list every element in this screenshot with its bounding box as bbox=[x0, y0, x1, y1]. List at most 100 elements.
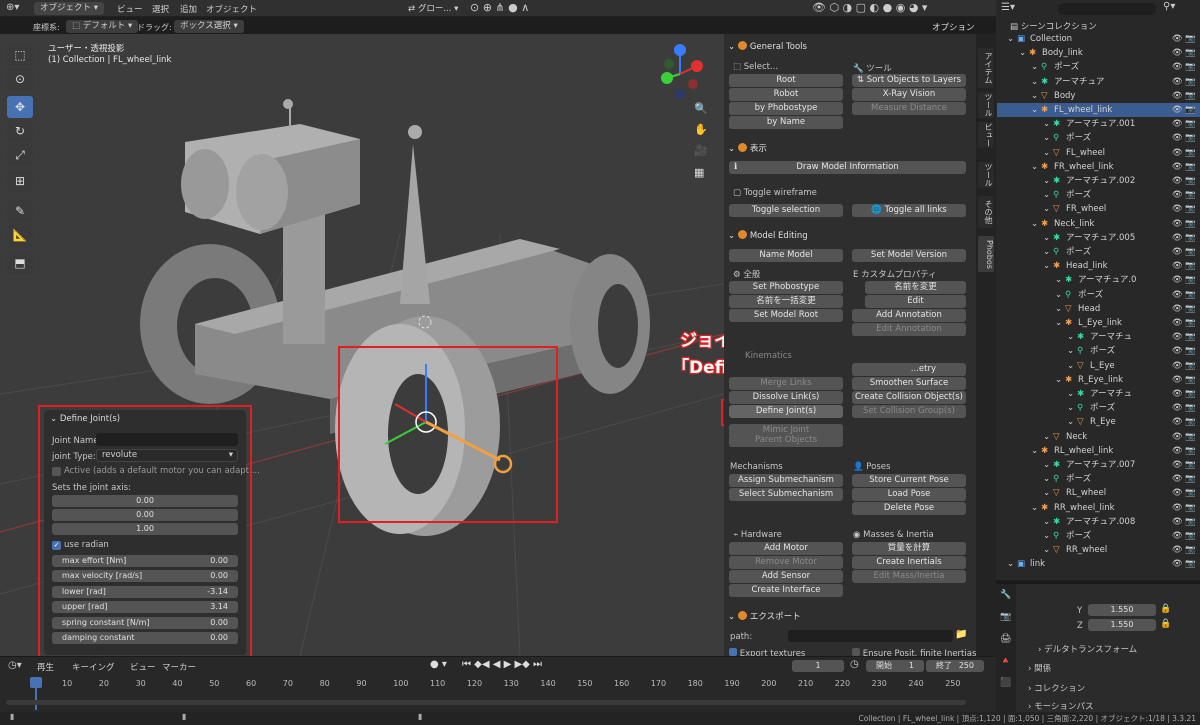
lock-icon[interactable]: 🔒 bbox=[1160, 604, 1171, 614]
visibility-icon[interactable]: 👁 📷 bbox=[1172, 117, 1196, 131]
expand-icon[interactable]: ⌄ bbox=[1043, 117, 1050, 131]
visibility-icon[interactable]: 👁 📷 bbox=[1172, 46, 1196, 60]
robot-button[interactable]: Robot bbox=[729, 88, 843, 101]
expand-icon[interactable]: ⌄ bbox=[1043, 231, 1050, 245]
parent-objects-button[interactable]: Parent Objects bbox=[729, 434, 843, 447]
edit-mass-button[interactable]: Edit Mass/Inertia bbox=[852, 570, 966, 583]
transform-tool[interactable]: ⊞ bbox=[7, 170, 33, 192]
visibility-icon[interactable]: 👁 📷 bbox=[1172, 302, 1196, 316]
expand-icon[interactable]: ⌄ bbox=[1067, 359, 1074, 373]
visibility-icon[interactable]: 👁 📷 bbox=[1172, 273, 1196, 287]
expand-icon[interactable]: ⌄ bbox=[1031, 501, 1038, 515]
outliner-row[interactable]: ⌄ ▽ FR_wheel 👁 📷 bbox=[997, 202, 1200, 216]
visibility-icon[interactable]: 👁 📷 bbox=[1172, 288, 1196, 302]
add-motor-button[interactable]: Add Motor bbox=[729, 542, 843, 555]
outliner-row[interactable]: ⌄ ✱ アーマチュア 👁 📷 bbox=[997, 75, 1200, 89]
visibility-icon[interactable]: 👁 📷 bbox=[1172, 344, 1196, 358]
outliner-row[interactable]: ⌄ ▣ link 👁 📷 bbox=[997, 557, 1200, 571]
delete-pose-button[interactable]: Delete Pose bbox=[852, 502, 966, 515]
expand-icon[interactable]: ⌄ bbox=[1067, 401, 1074, 415]
playback-controls[interactable]: ⏮ ◆◀ ◀ ▶ ▶◆ ⏭ bbox=[462, 659, 542, 670]
mode-select[interactable]: オブジェクト ▾ bbox=[34, 2, 104, 15]
vtab-tool[interactable]: ツール bbox=[978, 92, 994, 118]
transform-orientation[interactable]: ⇄ グロー... ▾ bbox=[408, 2, 458, 14]
outliner-row[interactable]: ⌄ ✱ FL_wheel_link 👁 📷 bbox=[997, 103, 1200, 117]
outliner-row[interactable]: ⌄ ▽ FL_wheel 👁 📷 bbox=[997, 146, 1200, 160]
viewport-shading-icons[interactable]: 👁 ⬡ ◑ ▢ ◐ ● ◉ ◕ ▾ bbox=[812, 1, 927, 14]
expand-icon[interactable]: ⌄ bbox=[1067, 344, 1074, 358]
cursor-tool[interactable]: ⊙ bbox=[7, 68, 33, 90]
visibility-icon[interactable]: 👁 📷 bbox=[1172, 472, 1196, 486]
outliner-row[interactable]: ⌄ ⚲ ポーズ 👁 📷 bbox=[997, 288, 1200, 302]
create-interface-button[interactable]: Create Interface bbox=[729, 584, 843, 597]
select-submech-button[interactable]: Select Submechanism bbox=[729, 488, 843, 501]
set-phobostype-button[interactable]: Set Phobostype bbox=[729, 281, 843, 294]
lower-field[interactable]: lower [rad] -3.14 bbox=[52, 586, 238, 598]
max-velocity-field[interactable]: max velocity [rad/s] 0.00 bbox=[52, 570, 238, 582]
vtab-item[interactable]: アイテム bbox=[978, 48, 994, 88]
draw-model-info-button[interactable]: ℹ Draw Model Information bbox=[729, 161, 966, 174]
upper-field[interactable]: upper [rad] 3.14 bbox=[52, 601, 238, 613]
expand-icon[interactable]: ⌄ bbox=[1031, 89, 1038, 103]
visibility-icon[interactable]: 👁 📷 bbox=[1172, 202, 1196, 216]
outliner-search[interactable] bbox=[1058, 3, 1156, 15]
visibility-icon[interactable]: 👁 📷 bbox=[1172, 458, 1196, 472]
menu-add[interactable]: 追加 bbox=[180, 3, 197, 15]
toggle-selection-button[interactable]: Toggle selection bbox=[729, 204, 843, 217]
expand-icon[interactable]: ⌄ bbox=[1043, 543, 1050, 557]
expand-icon[interactable]: ⌄ bbox=[1031, 217, 1038, 231]
visibility-icon[interactable]: 👁 📷 bbox=[1172, 160, 1196, 174]
expand-icon[interactable]: ⌄ bbox=[1007, 32, 1014, 46]
create-inertials-button[interactable]: Create Inertials bbox=[852, 556, 966, 569]
expand-icon[interactable]: ⌄ bbox=[1067, 330, 1074, 344]
visibility-icon[interactable]: 👁 📷 bbox=[1172, 430, 1196, 444]
menu-select[interactable]: 選択 bbox=[152, 3, 169, 15]
visibility-icon[interactable]: 👁 📷 bbox=[1172, 501, 1196, 515]
outliner-row[interactable]: ⌄ ✱ アーマチュ 👁 📷 bbox=[997, 330, 1200, 344]
expand-icon[interactable]: ⌄ bbox=[1043, 188, 1050, 202]
outliner-row[interactable]: ⌄ ✱ アーマチュア.002 👁 📷 bbox=[997, 174, 1200, 188]
expand-icon[interactable]: ⌄ bbox=[1055, 288, 1062, 302]
tool-tab-icon[interactable]: 🔧 bbox=[1000, 590, 1011, 600]
outliner-row[interactable]: ⌄ ✱ Neck_link 👁 📷 bbox=[997, 217, 1200, 231]
outliner-row[interactable]: ⌄ ▽ RR_wheel 👁 📷 bbox=[997, 543, 1200, 557]
pan-icon[interactable]: ✋ bbox=[694, 123, 708, 136]
outliner-row[interactable]: ⌄ ✱ アーマチュア.005 👁 📷 bbox=[997, 231, 1200, 245]
visibility-icon[interactable]: 👁 📷 bbox=[1172, 444, 1196, 458]
visibility-icon[interactable]: 👁 📷 bbox=[1172, 174, 1196, 188]
options-button[interactable]: オプション bbox=[932, 21, 975, 33]
max-effort-field[interactable]: max effort [Nm] 0.00 bbox=[52, 555, 238, 567]
define-joint-title[interactable]: ⌄ Define Joint(s) bbox=[50, 414, 120, 424]
menu-marker[interactable]: マーカー bbox=[162, 661, 196, 673]
measure-distance-button[interactable]: Measure Distance bbox=[852, 102, 966, 115]
visibility-icon[interactable]: 👁 📷 bbox=[1172, 387, 1196, 401]
expand-icon[interactable]: ⌄ bbox=[1055, 302, 1062, 316]
spring-constant-field[interactable]: spring constant [N/m] 0.00 bbox=[52, 617, 238, 629]
set-collision-groups-button[interactable]: Set Collision Group(s) bbox=[852, 405, 966, 418]
geometry-button[interactable]: ...etry bbox=[852, 363, 966, 376]
expand-icon[interactable]: ⌄ bbox=[1043, 202, 1050, 216]
menu-view-timeline[interactable]: ビュー bbox=[130, 661, 156, 673]
playhead[interactable] bbox=[30, 677, 42, 688]
motion-path-section[interactable]: › モーションパス bbox=[1028, 700, 1093, 712]
expand-icon[interactable]: ⌄ bbox=[1043, 259, 1050, 273]
dissolve-links-button[interactable]: Dissolve Link(s) bbox=[729, 391, 843, 404]
menu-object[interactable]: オブジェクト bbox=[206, 3, 257, 15]
expand-icon[interactable]: ⌄ bbox=[1067, 387, 1074, 401]
set-model-version-button[interactable]: Set Model Version bbox=[852, 249, 966, 262]
rename-button[interactable]: 名前を変更 bbox=[865, 281, 966, 294]
visibility-icon[interactable]: 👁 📷 bbox=[1172, 32, 1196, 46]
vtab-other[interactable]: その他 bbox=[978, 196, 994, 228]
vtab-view[interactable]: ビュー bbox=[978, 122, 994, 148]
path-input[interactable] bbox=[788, 630, 953, 642]
vtab-tool2[interactable]: ツール bbox=[978, 162, 994, 188]
define-joints-button[interactable]: Define Joint(s) bbox=[729, 405, 843, 418]
sort-layers-button[interactable]: ⇅ Sort Objects to Layers bbox=[852, 74, 966, 87]
expand-icon[interactable]: ⌄ bbox=[1043, 515, 1050, 529]
outliner-row[interactable]: ⌄ ✱ アーマチュア.007 👁 📷 bbox=[997, 458, 1200, 472]
expand-icon[interactable]: ⌄ bbox=[1043, 245, 1050, 259]
expand-icon[interactable]: ⌄ bbox=[1055, 273, 1062, 287]
load-pose-button[interactable]: Load Pose bbox=[852, 488, 966, 501]
toggle-all-links-button[interactable]: 🌐 Toggle all links bbox=[852, 204, 966, 217]
expand-icon[interactable]: ⌄ bbox=[1007, 557, 1014, 571]
